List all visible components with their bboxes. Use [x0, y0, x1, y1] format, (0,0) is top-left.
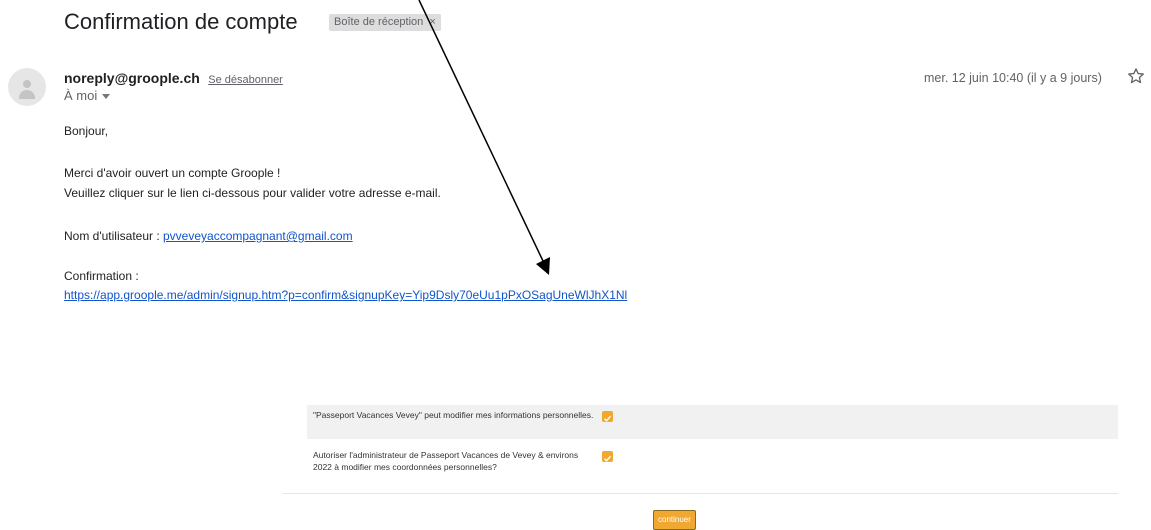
- annotation-arrow: [418, 0, 550, 275]
